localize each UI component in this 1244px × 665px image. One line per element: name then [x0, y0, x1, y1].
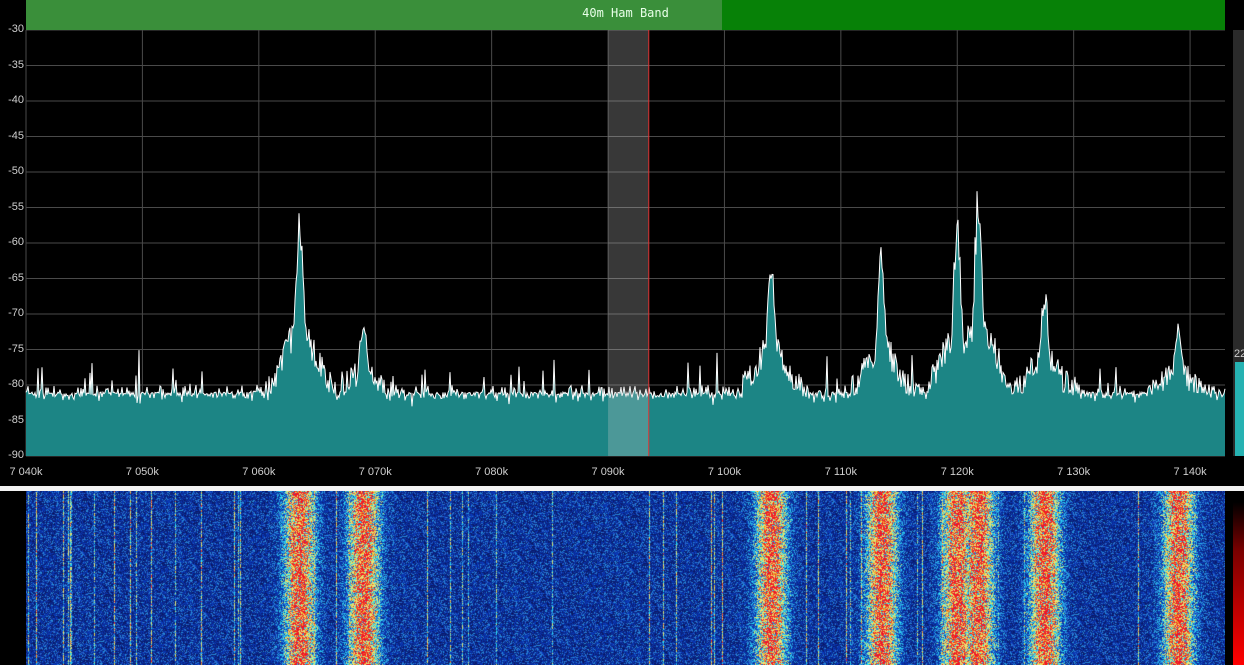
y-tick-label: -50: [8, 165, 24, 177]
y-tick-label: -35: [8, 58, 24, 71]
x-tick-label: 7 040k: [9, 466, 43, 478]
signal-level-label: 22: [1234, 348, 1244, 360]
x-tick-label: 7 100k: [707, 466, 741, 478]
x-tick-label: 7 080k: [475, 466, 509, 478]
x-tick-label: 7 090k: [591, 466, 625, 478]
y-tick-label: -90: [8, 449, 24, 461]
x-tick-label: 7 070k: [358, 466, 392, 478]
y-tick-label: -80: [8, 378, 24, 390]
y-tick-label: -65: [8, 271, 24, 284]
waterfall-color-scale: [1233, 502, 1244, 665]
y-tick-label: -60: [8, 236, 24, 248]
y-tick-label: -75: [8, 342, 24, 355]
y-tick-label: -55: [8, 200, 24, 213]
y-tick-label: -85: [8, 413, 24, 426]
x-tick-label: 7 050k: [125, 466, 159, 478]
band-label: 40m Ham Band: [582, 6, 669, 20]
x-tick-label: 7 110k: [824, 466, 857, 478]
passband-filter: [608, 30, 649, 456]
x-tick-label: 7 060k: [242, 466, 276, 478]
spectrum-plot[interactable]: [0, 30, 1244, 486]
waterfall-display[interactable]: [26, 491, 1225, 665]
signal-level-fill: [1235, 362, 1244, 456]
x-tick-label: 7 140k: [1173, 466, 1207, 478]
y-tick-label: -40: [8, 94, 24, 106]
x-tick-label: 7 120k: [940, 466, 974, 478]
y-tick-label: -45: [8, 129, 24, 142]
y-tick-label: -30: [8, 23, 24, 35]
y-tick-label: -70: [8, 307, 24, 319]
x-tick-label: 7 130k: [1057, 466, 1091, 478]
